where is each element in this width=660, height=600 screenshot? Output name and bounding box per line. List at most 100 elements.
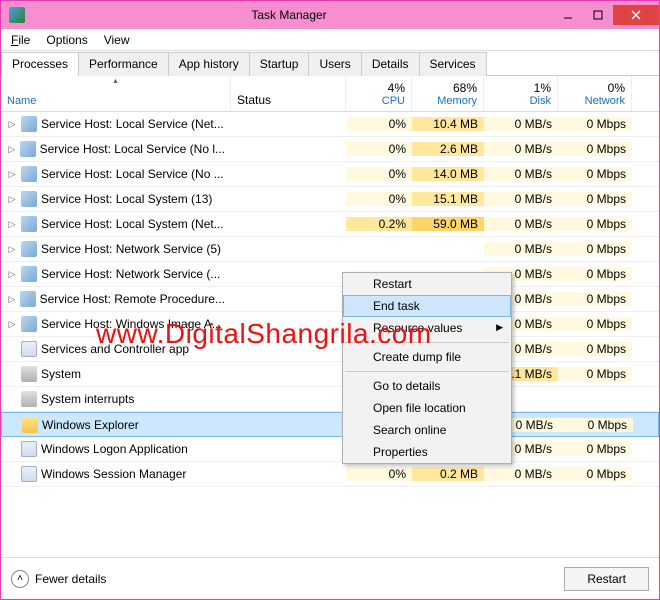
- expand-icon[interactable]: ▷: [7, 244, 17, 255]
- table-row[interactable]: Windows Session Manager0%0.2 MB0 MB/s0 M…: [1, 462, 659, 487]
- cell-network: 0 Mbps: [558, 292, 632, 306]
- table-row[interactable]: Services and Controller app0 MB/s0 Mbps: [1, 337, 659, 362]
- cell-network: 0 Mbps: [558, 142, 632, 156]
- context-menu[interactable]: RestartEnd taskResource values▶ Create du…: [342, 272, 512, 464]
- minimize-button[interactable]: [553, 5, 583, 25]
- cell-network: 0 Mbps: [558, 367, 632, 381]
- cell-memory: 59.0 MB: [412, 217, 484, 231]
- expand-icon[interactable]: ▷: [7, 269, 17, 280]
- table-row[interactable]: ▷Service Host: Local Service (No l...0%2…: [1, 137, 659, 162]
- fewer-details-toggle[interactable]: ˄ Fewer details: [11, 570, 106, 588]
- table-body[interactable]: ▷Service Host: Local Service (Net...0%10…: [1, 112, 659, 557]
- process-name: Windows Session Manager: [41, 467, 186, 481]
- process-name: Service Host: Network Service (5): [41, 242, 221, 256]
- menubar: File Options View: [1, 29, 659, 51]
- menu-item-search-online[interactable]: Search online: [343, 419, 511, 441]
- submenu-arrow-icon: ▶: [496, 322, 503, 333]
- expand-icon[interactable]: ▷: [7, 169, 17, 180]
- titlebar[interactable]: Task Manager: [1, 1, 659, 29]
- tab-details[interactable]: Details: [361, 52, 420, 76]
- tab-strip: ProcessesPerformanceApp historyStartupUs…: [1, 51, 659, 76]
- cell-cpu: 0%: [346, 467, 412, 481]
- menu-item-create-dump-file[interactable]: Create dump file: [343, 346, 511, 368]
- table-row[interactable]: ▷Service Host: Network Service (...0 MB/…: [1, 262, 659, 287]
- cell-name: Windows Explorer: [2, 417, 232, 433]
- process-name: Service Host: Local System (13): [41, 192, 212, 206]
- menu-file[interactable]: File: [3, 31, 38, 49]
- table-row[interactable]: Windows Logon Application0%0.6 MB0 MB/s0…: [1, 437, 659, 462]
- table-row[interactable]: System0.1 MB/s0 Mbps: [1, 362, 659, 387]
- table-row[interactable]: Windows Explorer0.1%27.4 MB0 MB/s0 Mbps: [1, 412, 659, 437]
- col-name[interactable]: ▴ Name: [1, 76, 231, 111]
- cell-memory: 2.6 MB: [412, 142, 484, 156]
- process-icon: [21, 466, 37, 482]
- table-row[interactable]: ▷Service Host: Network Service (5)0 MB/s…: [1, 237, 659, 262]
- tab-startup[interactable]: Startup: [249, 52, 310, 76]
- cell-cpu: 0.2%: [346, 217, 412, 231]
- menu-item-open-file-location[interactable]: Open file location: [343, 397, 511, 419]
- menu-item-end-task[interactable]: End task: [343, 295, 511, 317]
- task-manager-window: Task Manager File Options View Processes…: [0, 0, 660, 600]
- expand-icon[interactable]: ▷: [7, 119, 17, 130]
- tab-processes[interactable]: Processes: [1, 52, 79, 76]
- process-icon: [21, 366, 37, 382]
- process-name: Service Host: Local Service (No l...: [40, 142, 225, 156]
- tab-services[interactable]: Services: [419, 52, 487, 76]
- process-name: Service Host: Local Service (Net...: [41, 117, 224, 131]
- process-name: Service Host: Windows Image A...: [41, 317, 222, 331]
- window-title: Task Manager: [25, 8, 553, 22]
- restart-button[interactable]: Restart: [564, 567, 649, 591]
- expand-icon[interactable]: ▷: [7, 144, 16, 155]
- process-icon: [21, 216, 37, 232]
- tab-app-history[interactable]: App history: [168, 52, 250, 76]
- table-row[interactable]: ▷Service Host: Local Service (Net...0%10…: [1, 112, 659, 137]
- cell-memory: 15.1 MB: [412, 192, 484, 206]
- process-icon: [21, 341, 37, 357]
- menu-item-restart[interactable]: Restart: [343, 273, 511, 295]
- process-name: Service Host: Remote Procedure...: [40, 292, 225, 306]
- tab-users[interactable]: Users: [308, 52, 361, 76]
- menu-view[interactable]: View: [96, 31, 138, 49]
- col-network[interactable]: 0%Network: [558, 76, 632, 111]
- menu-item-resource-values[interactable]: Resource values▶: [343, 317, 511, 339]
- col-memory[interactable]: 68%Memory: [412, 76, 484, 111]
- cell-network: 0 Mbps: [558, 217, 632, 231]
- cell-cpu: 0%: [346, 192, 412, 206]
- menu-item-properties[interactable]: Properties: [343, 441, 511, 463]
- menu-separator: [345, 342, 509, 343]
- maximize-button[interactable]: [583, 5, 613, 25]
- expand-icon[interactable]: ▷: [7, 294, 16, 305]
- menu-item-go-to-details[interactable]: Go to details: [343, 375, 511, 397]
- col-disk[interactable]: 1%Disk: [484, 76, 558, 111]
- cell-disk: 0 MB/s: [484, 117, 558, 131]
- table-row[interactable]: ▷Service Host: Local Service (No ...0%14…: [1, 162, 659, 187]
- process-icon: [20, 291, 35, 307]
- table-row[interactable]: ▷ Service Host: Local System (Net... 0.2%5…: [1, 212, 659, 237]
- process-icon: [21, 166, 37, 182]
- sort-caret-icon: ▴: [113, 76, 117, 85]
- cell-name: ▷Service Host: Network Service (...: [1, 266, 231, 282]
- table-row[interactable]: ▷ Service Host: Local System (13) 0%15.1 M…: [1, 187, 659, 212]
- table-row[interactable]: ▷Service Host: Remote Procedure...0 MB/s…: [1, 287, 659, 312]
- cell-name: ▷ Service Host: Remote Procedure...: [1, 291, 231, 307]
- expand-icon[interactable]: ▷: [7, 194, 17, 205]
- process-name: Service Host: Local System (Net...: [41, 217, 224, 231]
- cell-name: ▷Service Host: Local Service (No ...: [1, 166, 231, 182]
- table-row[interactable]: ▷Service Host: Windows Image A...0 MB/s0…: [1, 312, 659, 337]
- cell-network: 0 Mbps: [558, 117, 632, 131]
- cell-network: 0 Mbps: [558, 267, 632, 281]
- cell-cpu: 0%: [346, 167, 412, 181]
- table-row[interactable]: System interrupts: [1, 387, 659, 412]
- window-controls: [553, 5, 659, 25]
- expand-icon[interactable]: ▷: [7, 319, 17, 330]
- cell-network: 0 Mbps: [558, 342, 632, 356]
- menu-options[interactable]: Options: [38, 31, 95, 49]
- col-status[interactable]: Status: [231, 76, 346, 111]
- cell-name: Windows Logon Application: [1, 441, 231, 457]
- close-button[interactable]: [613, 5, 659, 25]
- process-icon: [21, 116, 37, 132]
- col-cpu[interactable]: 4%CPU: [346, 76, 412, 111]
- tab-performance[interactable]: Performance: [78, 52, 169, 76]
- process-table: ▴ Name Status 4%CPU 68%Memory 1%Disk 0%N…: [1, 76, 659, 557]
- expand-icon[interactable]: ▷: [7, 219, 17, 230]
